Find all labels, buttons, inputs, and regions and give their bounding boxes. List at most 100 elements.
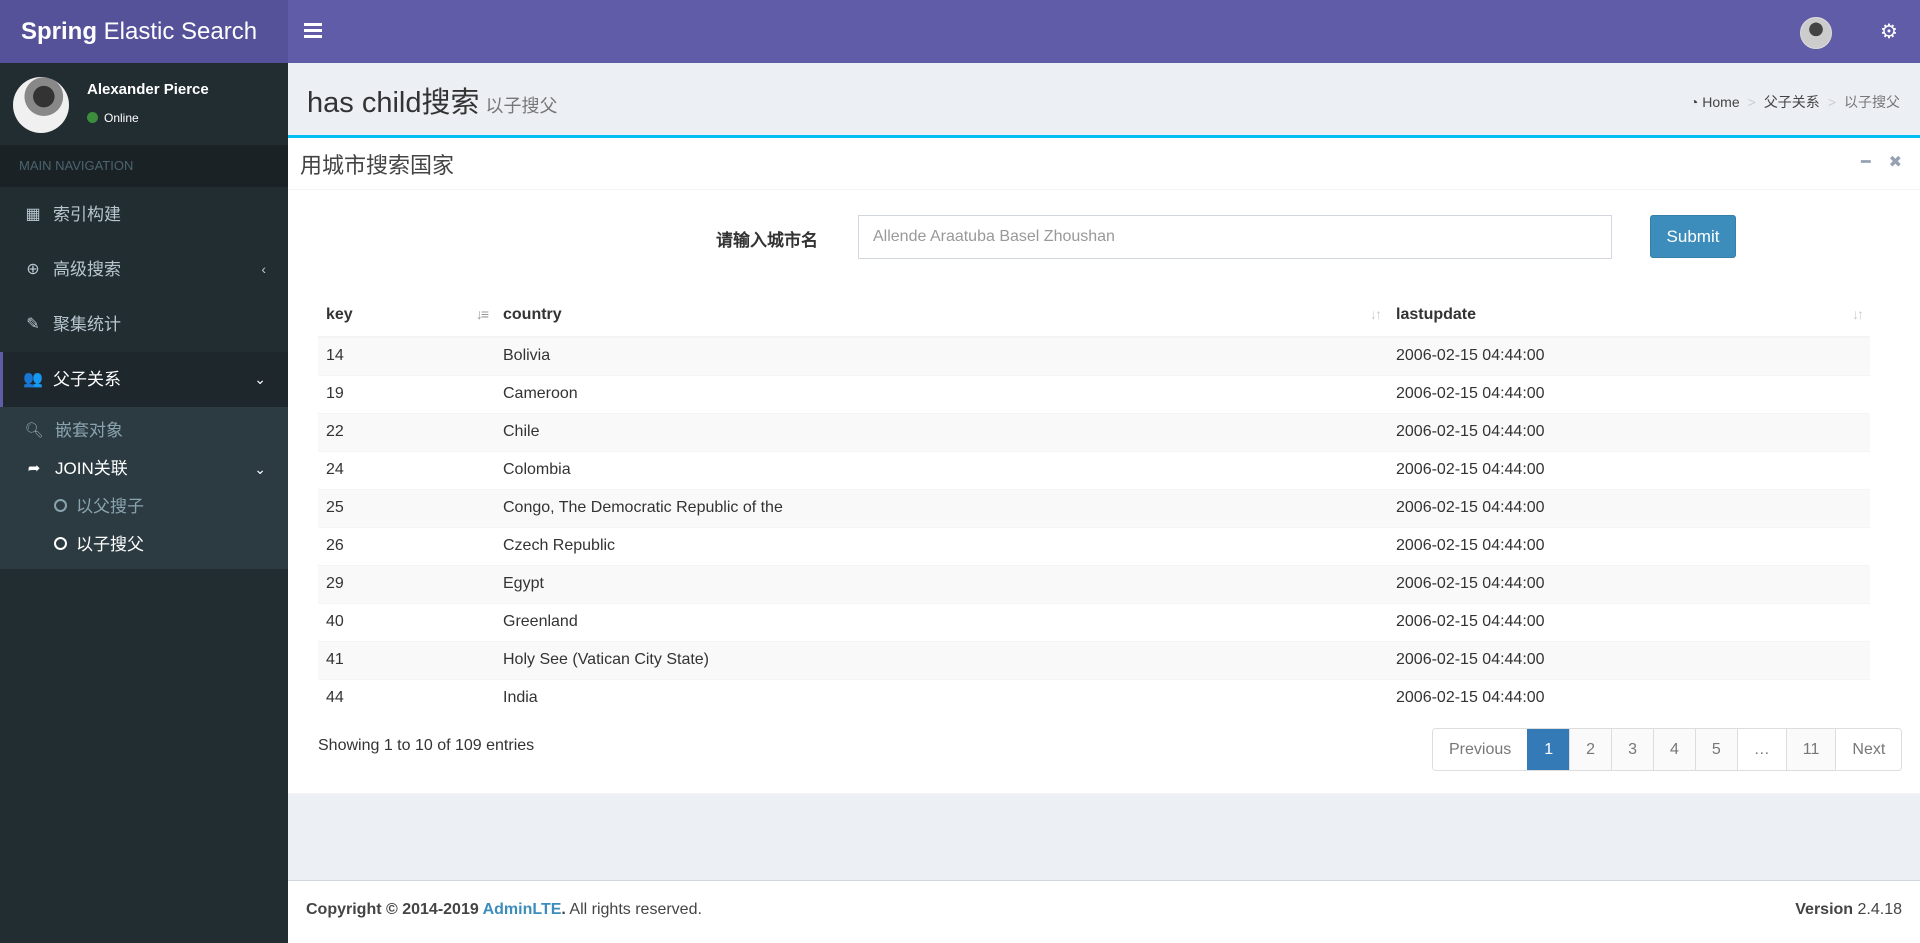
users-icon: 👥 [23, 371, 43, 388]
content-header: has child搜索 以子搜父 ◔ Home > 父子关系 > 以子搜父 [288, 63, 1920, 135]
chevron-down-icon: ⌄ [254, 461, 266, 477]
submenu-parent-child: 🔍︎ 嵌套对象 ➦ JOIN关联 ⌄ 以父搜子 以子搜父 [0, 407, 288, 569]
table-row[interactable]: 41 Holy See (Vatican City State) 2006-02-1… [318, 640, 1870, 679]
minus-icon[interactable]: ━ [1861, 154, 1871, 171]
sidebar-item-nested-object[interactable]: 🔍︎ 嵌套对象 [0, 412, 288, 450]
pagination-ellipsis: … [1736, 729, 1786, 770]
column-header-country[interactable]: country ↓↑ [495, 294, 1388, 338]
column-header-key[interactable]: key ↓≡ [318, 294, 495, 338]
pagination-page-3[interactable]: 3 [1611, 729, 1653, 770]
search-icon: 🔍︎ [24, 422, 44, 439]
sidebar-item-index-build[interactable]: ▦ 索引构建 [0, 187, 288, 242]
submit-button[interactable]: Submit [1650, 215, 1736, 258]
breadcrumb: ◔ Home > 父子关系 > 以子搜父 [1690, 92, 1900, 112]
cell-country: Congo, The Democratic Republic of the [495, 488, 1388, 527]
table-row[interactable]: 22 Chile 2006-02-15 04:44:00 [318, 412, 1870, 451]
table-row[interactable]: 29 Egypt 2006-02-15 04:44:00 [318, 564, 1870, 603]
cell-key: 41 [318, 640, 495, 679]
sidebar-item-aggregation[interactable]: ✎ 聚集统计 [0, 297, 288, 352]
breadcrumb-parent-child[interactable]: 父子关系 [1764, 94, 1820, 110]
table-row[interactable]: 24 Colombia 2006-02-15 04:44:00 [318, 450, 1870, 489]
cell-country: Bolivia [495, 336, 1388, 375]
box-header: 用城市搜索国家 ━ ✖ [288, 138, 1920, 190]
sidebar-item-advanced-search[interactable]: ⊕ 高级搜索 ‹ [0, 242, 288, 297]
logo-text: Elastic Search [97, 18, 258, 45]
box-title: 用城市搜索国家 [300, 153, 455, 178]
user-status[interactable]: Online [87, 111, 139, 125]
cell-key: 40 [318, 602, 495, 641]
close-icon[interactable]: ✖ [1889, 154, 1902, 171]
breadcrumb-separator: > [1747, 94, 1756, 110]
sidebar-item-label: 聚集统计 [53, 315, 121, 334]
search-box: 用城市搜索国家 ━ ✖ 请输入城市名 Submit key↓≡ country↓↑… [288, 135, 1920, 794]
cell-country: Czech Republic [495, 526, 1388, 565]
column-header-lastupdate[interactable]: lastupdate ↓↑ [1388, 294, 1870, 338]
sidebar-item-parent-child[interactable]: 👥 父子关系 ⌄ [0, 352, 288, 407]
adminlte-link[interactable]: AdminLTE [483, 901, 562, 918]
cell-country: Holy See (Vatican City State) [495, 640, 1388, 679]
cell-lastupdate: 2006-02-15 04:44:00 [1388, 602, 1870, 641]
app-logo[interactable]: Spring Elastic Search [0, 0, 288, 63]
cell-key: 25 [318, 488, 495, 527]
sidebar-item-label: 嵌套对象 [55, 421, 123, 440]
sort-asc-icon: ↓≡ [475, 306, 489, 322]
column-label: country [503, 306, 562, 323]
user-name: Alexander Pierce [87, 81, 209, 98]
table-row[interactable]: 44 India 2006-02-15 04:44:00 [318, 678, 1870, 717]
version-label: Version [1795, 901, 1854, 918]
logo-bold-text: Spring [21, 18, 97, 45]
column-label: lastupdate [1396, 306, 1477, 323]
cell-key: 24 [318, 450, 495, 489]
cell-country: Colombia [495, 450, 1388, 489]
cell-lastupdate: 2006-02-15 04:44:00 [1388, 412, 1870, 451]
pagination-page-4[interactable]: 4 [1652, 729, 1695, 770]
sidebar-item-label: 索引构建 [53, 205, 121, 224]
circle-icon [50, 488, 70, 526]
cell-lastupdate: 2006-02-15 04:44:00 [1388, 450, 1870, 489]
pagination-page-5[interactable]: 5 [1694, 729, 1737, 770]
pagination-next[interactable]: Next [1835, 729, 1902, 770]
copyright-text: Copyright © 2014-2019 [306, 901, 483, 918]
version: Version 2.4.18 [1795, 901, 1902, 919]
nav-header: MAIN NAVIGATION [0, 145, 288, 187]
page-title: has child搜索 以子搜父 [307, 79, 557, 121]
pagination-page-2[interactable]: 2 [1569, 729, 1612, 770]
circle-icon [50, 526, 70, 564]
city-search-input[interactable] [858, 215, 1612, 259]
sidebar: Alexander Pierce Online MAIN NAVIGATION … [0, 63, 288, 943]
chevron-down-icon: ⌄ [254, 371, 266, 387]
pagination-page-11[interactable]: 11 [1785, 729, 1836, 770]
cell-lastupdate: 2006-02-15 04:44:00 [1388, 374, 1870, 413]
breadcrumb-home[interactable]: Home [1702, 94, 1739, 110]
table-row[interactable]: 25 Congo, The Democratic Republic of the 2… [318, 488, 1870, 527]
navbar-user-avatar[interactable] [1800, 17, 1832, 49]
table-row[interactable]: 26 Czech Republic 2006-02-15 04:44:00 [318, 526, 1870, 565]
gears-icon[interactable]: ⚙ [1880, 19, 1898, 44]
cell-lastupdate: 2006-02-15 04:44:00 [1388, 678, 1870, 717]
status-text: Online [104, 111, 139, 125]
sidebar-item-label: 高级搜索 [53, 260, 121, 279]
cell-lastupdate: 2006-02-15 04:44:00 [1388, 526, 1870, 565]
pagination-previous[interactable]: Previous [1433, 729, 1528, 770]
table-row[interactable]: 19 Cameroon 2006-02-15 04:44:00 [318, 374, 1870, 413]
top-navbar: Spring Elastic Search ⚙ [0, 0, 1920, 63]
sidebar-item-parent-to-child[interactable]: 以父搜子 [0, 488, 288, 526]
cell-key: 26 [318, 526, 495, 565]
page-subtitle: 以子搜父 [485, 96, 558, 116]
cell-country: Egypt [495, 564, 1388, 603]
hamburger-icon[interactable] [304, 20, 322, 42]
cell-lastupdate: 2006-02-15 04:44:00 [1388, 640, 1870, 679]
sidebar-item-join[interactable]: ➦ JOIN关联 ⌄ [0, 450, 288, 488]
cell-country: Cameroon [495, 374, 1388, 413]
sidebar-item-child-to-parent[interactable]: 以子搜父 [0, 526, 288, 564]
user-panel: Alexander Pierce Online [0, 63, 288, 145]
table-row[interactable]: 14 Bolivia 2006-02-15 04:44:00 [318, 336, 1870, 375]
search-plus-icon: ⊕ [26, 261, 40, 278]
pagination-page-1[interactable]: 1 [1527, 729, 1570, 770]
cell-key: 44 [318, 678, 495, 717]
chevron-left-icon: ‹ [261, 261, 266, 277]
city-label: 请输入城市名 [716, 231, 818, 250]
table-row[interactable]: 40 Greenland 2006-02-15 04:44:00 [318, 602, 1870, 641]
table-header-row: key ↓≡ country ↓↑ lastupdate ↓↑ [318, 294, 1870, 338]
avatar [13, 77, 69, 133]
